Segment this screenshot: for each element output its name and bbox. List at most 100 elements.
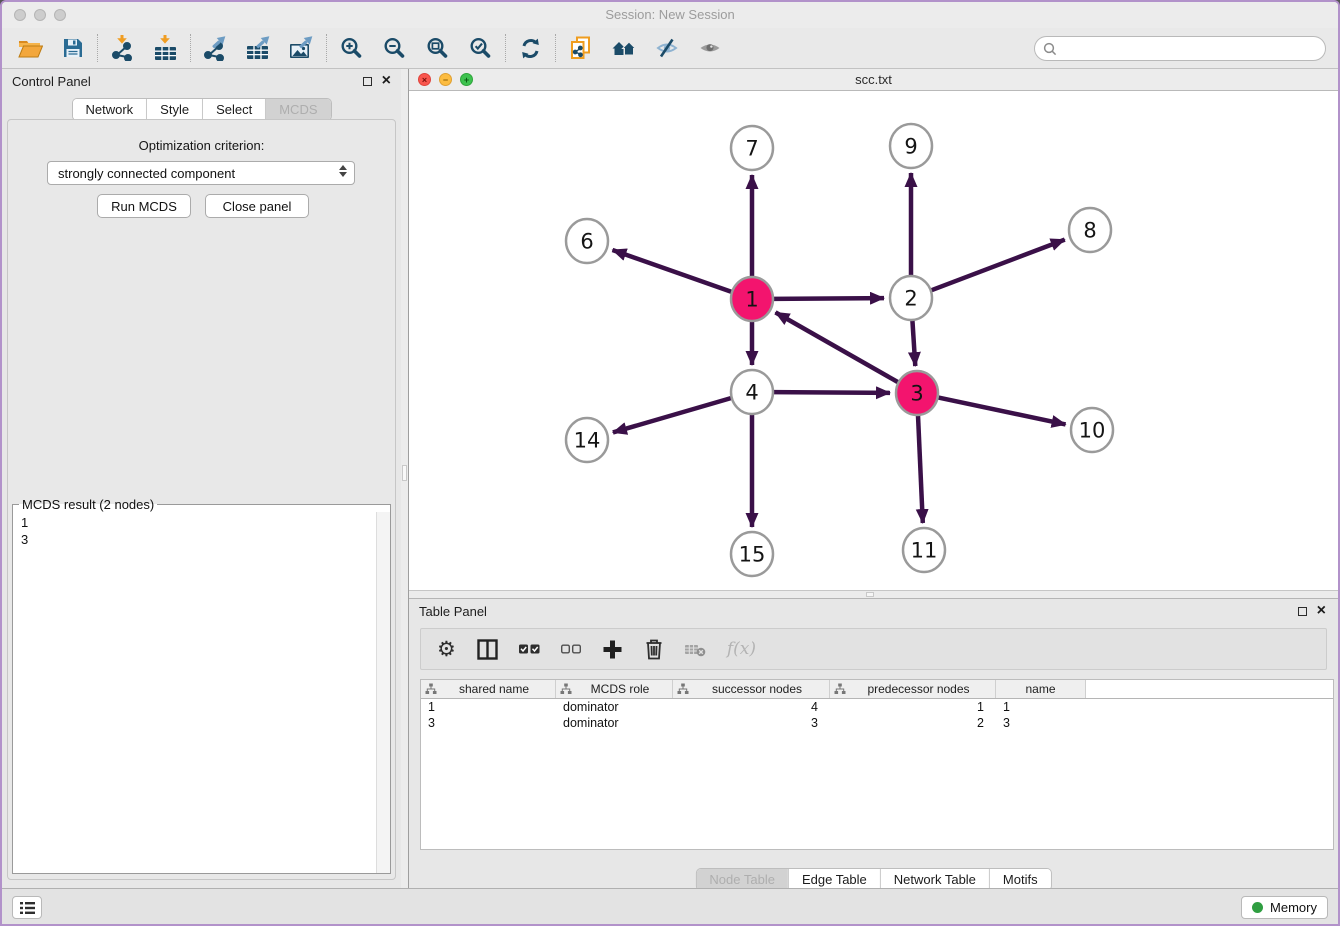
criterion-dropdown-value: strongly connected component — [58, 166, 235, 181]
float-panel-icon[interactable] — [1298, 607, 1307, 616]
select-all-button[interactable] — [519, 644, 540, 654]
table-cell[interactable]: 2 — [830, 715, 996, 731]
graph-node-1[interactable]: 1 — [731, 277, 773, 321]
graph-node-4[interactable]: 4 — [731, 370, 773, 414]
graph-edge-1-2[interactable] — [774, 298, 884, 299]
table-cell[interactable]: 3 — [673, 715, 830, 731]
search-field[interactable] — [1034, 36, 1326, 61]
float-panel-icon[interactable] — [363, 77, 372, 86]
table-cell[interactable]: 1 — [830, 699, 996, 715]
export-table-button[interactable] — [237, 30, 280, 66]
graph-node-11[interactable]: 11 — [903, 528, 945, 572]
task-history-button[interactable] — [12, 896, 42, 919]
graph-node-label: 11 — [911, 539, 938, 563]
graph-node-3[interactable]: 3 — [896, 371, 938, 415]
import-table-button[interactable] — [144, 30, 187, 66]
zoom-fit-button[interactable] — [416, 30, 459, 66]
tab-mcds[interactable]: MCDS — [265, 99, 330, 120]
zoom-in-icon — [340, 37, 363, 60]
panel-splitter-vertical[interactable] — [401, 69, 409, 892]
tab-network[interactable]: Network — [72, 99, 146, 120]
table-cell[interactable]: 3 — [421, 715, 556, 731]
column-header-name[interactable]: name — [996, 680, 1086, 698]
toolbar-separator — [505, 34, 506, 62]
toolbar-separator — [555, 34, 556, 62]
open-session-button[interactable] — [8, 30, 51, 66]
delete-row-button[interactable] — [644, 638, 664, 660]
table-tab-edge-table[interactable]: Edge Table — [788, 869, 880, 890]
graph-edge-2-8[interactable] — [932, 240, 1065, 291]
add-row-button[interactable] — [602, 639, 623, 660]
home-view-button[interactable] — [602, 30, 645, 66]
column-header-MCDS-role[interactable]: MCDS role — [556, 680, 673, 698]
export-network-button[interactable] — [194, 30, 237, 66]
column-header-shared-name[interactable]: shared name — [421, 680, 556, 698]
graph-node-6[interactable]: 6 — [566, 219, 608, 263]
graph-edge-3-1[interactable] — [775, 312, 897, 382]
graph-node-label: 4 — [745, 381, 758, 405]
table-row[interactable]: 3dominator323 — [421, 715, 1333, 731]
unchecked-boxes-icon — [561, 644, 581, 654]
result-scrollbar[interactable] — [376, 512, 390, 873]
import-network-button[interactable] — [101, 30, 144, 66]
table-cell[interactable]: 1 — [421, 699, 556, 715]
memory-button[interactable]: Memory — [1241, 896, 1328, 919]
table-tab-node-table[interactable]: Node Table — [696, 869, 788, 890]
close-panel-icon[interactable]: × — [382, 75, 391, 87]
search-input[interactable] — [1062, 40, 1325, 57]
graph-node-2[interactable]: 2 — [890, 276, 932, 320]
optimization-criterion-label: Optimization criterion: — [8, 138, 395, 153]
mcds-result-item: 1 — [21, 514, 376, 531]
mcds-result-list[interactable]: 13 — [13, 512, 376, 873]
eye-slash-icon — [656, 38, 678, 58]
hierarchy-icon — [677, 683, 689, 695]
table-cell[interactable]: 3 — [996, 715, 1086, 731]
application-window: Session: New Session — [0, 0, 1340, 926]
graph-edge-2-3[interactable] — [912, 320, 915, 366]
export-image-button[interactable] — [280, 30, 323, 66]
hide-graphics-details-button[interactable] — [645, 30, 688, 66]
splitter-grip[interactable] — [866, 592, 874, 597]
deselect-all-button[interactable] — [561, 644, 581, 654]
graph-node-10[interactable]: 10 — [1071, 408, 1113, 452]
hierarchy-icon — [560, 683, 572, 695]
table-tab-network-table[interactable]: Network Table — [880, 869, 989, 890]
graph-edge-1-6[interactable] — [612, 250, 731, 292]
graph-node-14[interactable]: 14 — [566, 418, 608, 462]
column-header-successor-nodes[interactable]: successor nodes — [673, 680, 830, 698]
graph-node-7[interactable]: 7 — [731, 126, 773, 170]
tab-style[interactable]: Style — [146, 99, 202, 120]
graph-edge-4-3[interactable] — [774, 392, 890, 393]
graph-node-15[interactable]: 15 — [731, 532, 773, 576]
table-cell[interactable]: dominator — [556, 699, 673, 715]
table-tab-motifs[interactable]: Motifs — [989, 869, 1051, 890]
panel-splitter-horizontal[interactable] — [409, 590, 1338, 598]
refresh-button[interactable] — [509, 30, 552, 66]
graph-edge-4-14[interactable] — [613, 398, 731, 432]
table-settings-button[interactable]: ⚙ — [437, 639, 456, 659]
show-column-button[interactable] — [477, 639, 498, 660]
network-canvas[interactable]: 7 9 6 8 1 2 4 3 14 10 15 11 — [409, 91, 1338, 590]
table-cell[interactable]: 4 — [673, 699, 830, 715]
zoom-out-button[interactable] — [373, 30, 416, 66]
zoom-selected-button[interactable] — [459, 30, 502, 66]
graph-node-8[interactable]: 8 — [1069, 208, 1111, 252]
show-graphics-details-button[interactable] — [688, 30, 731, 66]
splitter-grip[interactable] — [402, 465, 407, 481]
graph-node-9[interactable]: 9 — [890, 124, 932, 168]
table-cell[interactable]: dominator — [556, 715, 673, 731]
delete-table-button-disabled — [685, 642, 706, 657]
table-cell[interactable]: 1 — [996, 699, 1086, 715]
zoom-in-button[interactable] — [330, 30, 373, 66]
close-panel-icon[interactable]: × — [1317, 605, 1326, 617]
tab-select[interactable]: Select — [202, 99, 265, 120]
table-row[interactable]: 1dominator411 — [421, 699, 1333, 715]
close-panel-button[interactable]: Close panel — [205, 194, 309, 218]
copy-view-button[interactable] — [559, 30, 602, 66]
column-header-predecessor-nodes[interactable]: predecessor nodes — [830, 680, 996, 698]
graph-edge-3-10[interactable] — [939, 398, 1066, 425]
graph-edge-3-11[interactable] — [918, 415, 923, 523]
save-session-button[interactable] — [51, 30, 94, 66]
run-mcds-button[interactable]: Run MCDS — [97, 194, 191, 218]
criterion-dropdown[interactable]: strongly connected component — [47, 161, 355, 185]
